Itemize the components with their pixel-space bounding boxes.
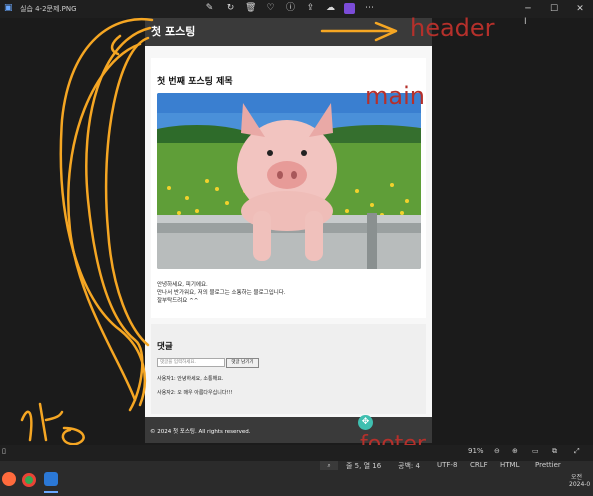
language-status[interactable]: HTML xyxy=(500,461,519,469)
zoom-out-icon[interactable]: ⊖ xyxy=(494,447,500,455)
fullscreen-icon[interactable]: ⤢ xyxy=(574,447,580,456)
info-panel-icon[interactable]: ▯ xyxy=(2,447,6,455)
taskbar: ⌕ 줄 5, 열 16 공백: 4 UTF-8 CRLF HTML Pretti… xyxy=(0,461,593,496)
eol-status[interactable]: CRLF xyxy=(470,461,488,469)
handwritten-highlight xyxy=(20,17,398,446)
photos-taskbar-icon[interactable] xyxy=(44,472,58,486)
line-col-status[interactable]: 줄 5, 열 16 xyxy=(346,461,381,471)
clock-time[interactable]: 오전 xyxy=(571,472,582,481)
move-icon[interactable]: ✥ xyxy=(358,415,373,430)
spaces-status[interactable]: 공백: 4 xyxy=(398,461,420,471)
header-annotation: header xyxy=(410,14,495,42)
fit-window-icon[interactable]: ▭ xyxy=(532,447,539,455)
search-icon[interactable]: ⌕ xyxy=(320,461,338,470)
zoom-in-icon[interactable]: ⊕ xyxy=(512,447,518,455)
chrome-icon[interactable] xyxy=(22,473,36,487)
formatter-status[interactable]: Prettier xyxy=(535,461,561,469)
clock-date[interactable]: 2024-0 xyxy=(569,481,590,488)
encoding-status[interactable]: UTF-8 xyxy=(437,461,457,469)
active-indicator xyxy=(44,491,58,493)
zoom-level: 91% xyxy=(468,447,484,455)
app-icon-1[interactable] xyxy=(2,472,16,486)
main-annotation: main xyxy=(365,82,425,110)
actual-size-icon[interactable]: ⧉ xyxy=(552,447,557,456)
handwritten-annotation: 밖 xyxy=(22,394,23,395)
text-cursor-icon: I xyxy=(524,17,527,27)
viewer-toolbar: ▯ 91% ⊖ ⊕ ▭ ⧉ ⤢ xyxy=(0,445,593,461)
